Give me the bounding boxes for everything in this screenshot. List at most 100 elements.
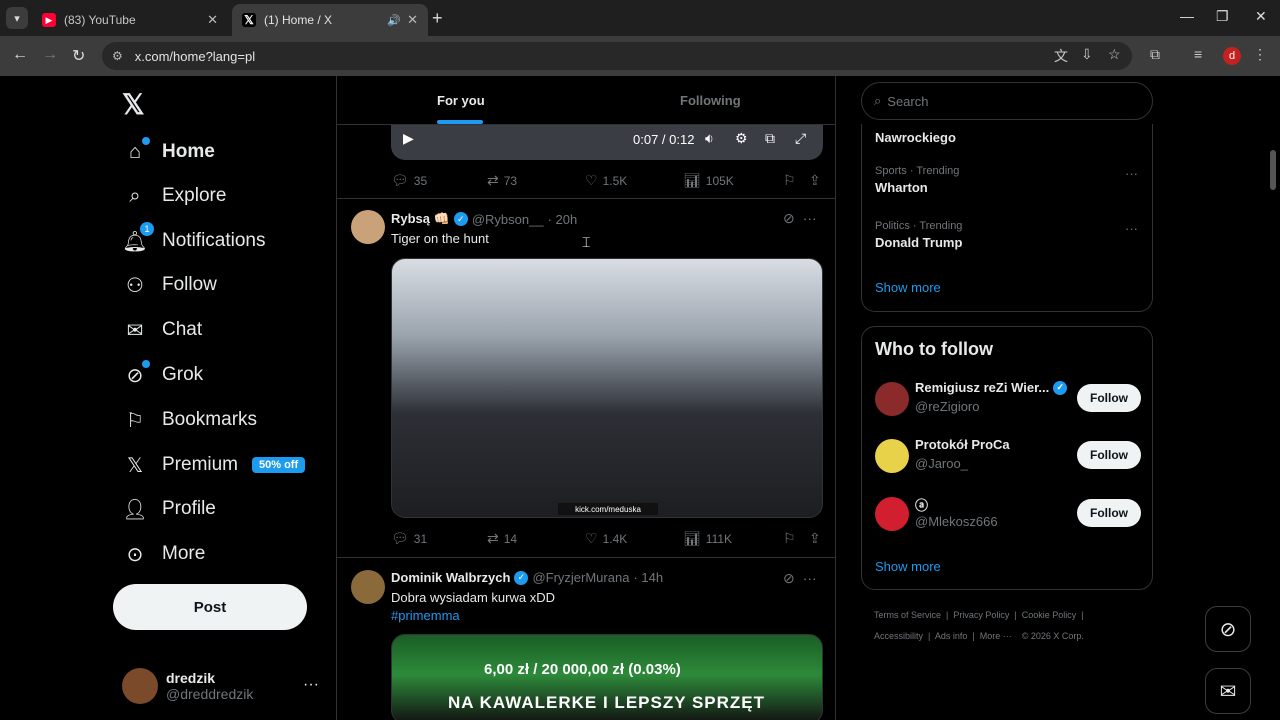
scrollbar-thumb[interactable] bbox=[1270, 150, 1276, 190]
repost-button[interactable]: ⇄ 14 bbox=[487, 530, 517, 547]
follow-button[interactable]: Follow bbox=[1077, 441, 1141, 469]
footer-links: Accessibility | Ads info | More ··· © 20… bbox=[874, 631, 1084, 641]
browser-tab-x[interactable]: 𝕏 (1) Home / X 🔊 ✕ bbox=[232, 4, 428, 36]
hashtag-link[interactable]: #primemma bbox=[391, 608, 460, 623]
translate-icon[interactable]: 文 bbox=[1054, 46, 1068, 66]
minimize-icon[interactable]: — bbox=[1180, 8, 1194, 24]
footer-link[interactable]: Cookie Policy bbox=[1022, 610, 1077, 620]
post-time[interactable]: · 14h bbox=[633, 570, 663, 585]
tab-for-you[interactable]: For you bbox=[437, 93, 485, 108]
nav-bookmarks[interactable]: ⚐ Bookmarks bbox=[122, 400, 257, 440]
more-icon[interactable]: ··· bbox=[803, 210, 817, 226]
post-time[interactable]: · 20h bbox=[548, 212, 578, 227]
restore-icon[interactable]: ❐ bbox=[1216, 8, 1229, 25]
reply-button[interactable]: 💬︎ 31 bbox=[391, 530, 427, 547]
bookmark-button[interactable]: ⚐ bbox=[783, 530, 801, 547]
reply-button[interactable]: 💬︎ 35 bbox=[391, 172, 427, 189]
grok-float-button[interactable]: ⊘ bbox=[1205, 606, 1251, 652]
post-media[interactable]: kick.com/meduska bbox=[391, 258, 823, 518]
more-icon[interactable]: ··· bbox=[1125, 221, 1138, 236]
video-player[interactable]: ▶ 0:07 / 0:12 🔉︎ ⚙ ⧉ ⤢ bbox=[391, 124, 823, 160]
views-button[interactable]: 📊︎ 105K bbox=[683, 172, 734, 189]
who-to-follow-panel: Who to follow Remigiusz reZi Wier... ✓ @r… bbox=[861, 326, 1153, 590]
x-logo-icon[interactable]: 𝕏 bbox=[122, 88, 145, 121]
footer-link[interactable]: Ads info bbox=[935, 631, 968, 641]
post-button[interactable]: Post bbox=[113, 584, 307, 630]
footer-link[interactable]: Privacy Policy bbox=[953, 610, 1009, 620]
tab-title: (83) YouTube bbox=[64, 13, 136, 27]
settings-icon[interactable]: ⚙ bbox=[735, 130, 748, 147]
grok-icon: ⊘ bbox=[1219, 618, 1237, 641]
share-button[interactable]: ⇪ bbox=[809, 172, 826, 189]
pip-icon[interactable]: ⧉ bbox=[765, 130, 775, 147]
nav-grok[interactable]: ⊘ Grok bbox=[122, 355, 203, 395]
more-icon[interactable]: ··· bbox=[303, 676, 319, 694]
reload-icon[interactable]: ↻ bbox=[72, 46, 85, 66]
star-icon[interactable]: ☆ bbox=[1108, 46, 1121, 63]
footer-link[interactable]: More ··· bbox=[980, 631, 1012, 641]
back-icon[interactable]: ← bbox=[12, 46, 28, 64]
trend-item[interactable]: Politics · Trending Donald Trump bbox=[875, 220, 962, 250]
follow-suggestion[interactable]: Protokół ProCa @Jaroo_ Follow bbox=[875, 437, 1141, 477]
nav-follow[interactable]: ⚇ Follow bbox=[122, 265, 217, 305]
nav-profile[interactable]: 👤︎ Profile bbox=[122, 489, 216, 529]
nav-chat[interactable]: ✉ Chat bbox=[122, 310, 203, 350]
follow-button[interactable]: Follow bbox=[1077, 384, 1141, 412]
bookmark-button[interactable]: ⚐ bbox=[783, 172, 801, 189]
author-name[interactable]: Dominik Walbrzych bbox=[391, 570, 510, 585]
fullscreen-icon[interactable]: ⤢ bbox=[795, 130, 806, 147]
follow-suggestion[interactable]: Remigiusz reZi Wier... ✓ @reZigioro Follo… bbox=[875, 380, 1141, 420]
forward-icon[interactable]: → bbox=[42, 46, 58, 64]
trend-item[interactable]: Sports · Trending Wharton bbox=[875, 165, 959, 195]
footer-link[interactable]: Accessibility bbox=[874, 631, 923, 641]
share-icon: ⇪ bbox=[809, 172, 821, 188]
profile-avatar-icon[interactable]: d bbox=[1223, 47, 1241, 65]
browser-tab-youtube[interactable]: ▶ (83) YouTube ✕ bbox=[32, 4, 228, 36]
author-name[interactable]: Rybsą 👊🏻 bbox=[391, 211, 450, 227]
speaker-icon[interactable]: 🔊 bbox=[387, 14, 401, 27]
volume-icon[interactable]: 🔉︎ bbox=[705, 130, 714, 147]
account-switcher[interactable]: dredzik @dreddredzik bbox=[122, 668, 253, 704]
grok-icon[interactable]: ⊘ bbox=[783, 570, 795, 586]
views-icon: 📊︎ bbox=[683, 530, 701, 546]
more-icon[interactable]: ··· bbox=[1125, 166, 1138, 181]
show-more-link[interactable]: Show more bbox=[875, 559, 941, 574]
tab-following[interactable]: Following bbox=[680, 93, 741, 108]
nav-home[interactable]: ⌂ Home bbox=[122, 132, 215, 172]
avatar[interactable] bbox=[351, 210, 385, 244]
author-handle[interactable]: @FryzjerMurana bbox=[532, 570, 629, 585]
nav-notifications[interactable]: 🔔︎ 1 Notifications bbox=[122, 221, 266, 261]
footer-link[interactable]: Terms of Service bbox=[874, 610, 941, 620]
show-more-link[interactable]: Show more bbox=[875, 280, 941, 295]
extensions-icon[interactable]: ⧉ bbox=[1150, 46, 1160, 63]
share-button[interactable]: ⇪ bbox=[809, 530, 826, 547]
trend-item[interactable]: Nawrockiego bbox=[875, 127, 956, 145]
tab-search-button[interactable]: ▾ bbox=[6, 7, 28, 29]
nav-explore[interactable]: ⌕ Explore bbox=[122, 176, 226, 216]
close-icon[interactable]: ✕ bbox=[207, 12, 218, 28]
follow-button[interactable]: Follow bbox=[1077, 499, 1141, 527]
close-window-icon[interactable]: ✕ bbox=[1255, 8, 1267, 25]
like-button[interactable]: ♡ 1.4K bbox=[585, 530, 627, 547]
more-icon[interactable]: ··· bbox=[803, 570, 817, 586]
grok-icon[interactable]: ⊘ bbox=[783, 210, 795, 226]
author-handle[interactable]: @Rybson__ bbox=[472, 212, 544, 227]
follow-suggestion[interactable]: ⓐ @Mlekosz666 Follow bbox=[875, 495, 1141, 535]
messages-float-button[interactable]: ✉ bbox=[1205, 668, 1251, 714]
avatar[interactable] bbox=[351, 570, 385, 604]
site-settings-icon[interactable]: ⚙ bbox=[112, 49, 123, 63]
nav-more[interactable]: ⊙ More bbox=[122, 534, 206, 574]
new-tab-button[interactable]: + bbox=[432, 8, 443, 29]
close-icon[interactable]: ✕ bbox=[407, 12, 418, 28]
views-button[interactable]: 📊︎ 111K bbox=[683, 530, 732, 547]
search-input[interactable]: ⌕ Search bbox=[861, 82, 1153, 120]
like-button[interactable]: ♡ 1.5K bbox=[585, 172, 627, 189]
play-icon[interactable]: ▶ bbox=[403, 130, 414, 147]
nav-premium[interactable]: 𝕏 Premium 50% off bbox=[122, 445, 306, 485]
chrome-menu-icon[interactable]: ⋮ bbox=[1253, 46, 1267, 63]
install-icon[interactable]: ⇩ bbox=[1081, 46, 1093, 63]
media-controls-icon[interactable]: ≡ bbox=[1194, 46, 1202, 62]
address-bar[interactable]: ⚙ x.com/home?lang=pl bbox=[102, 42, 1132, 70]
post-media[interactable]: 6,00 zł / 20 000,00 zł (0.03%) NA KAWALE… bbox=[391, 634, 823, 720]
repost-button[interactable]: ⇄ 73 bbox=[487, 172, 517, 189]
